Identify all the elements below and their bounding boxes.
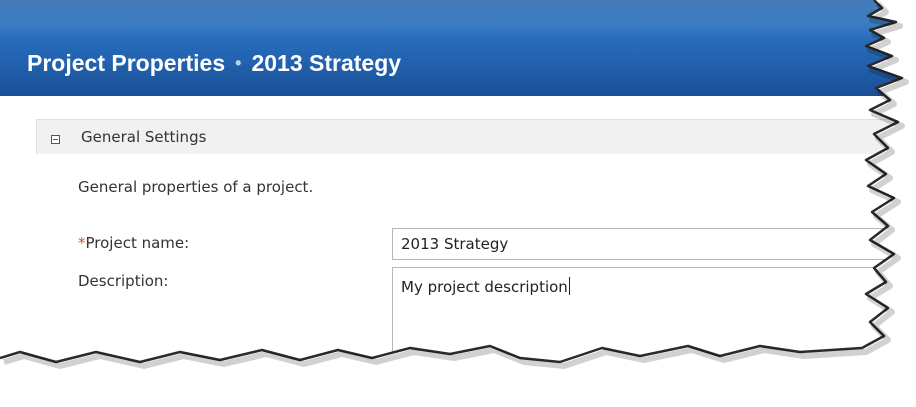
- section-header-general-settings[interactable]: General Settings: [36, 119, 902, 154]
- page-title: Project Properties • 2013 Strategy: [27, 48, 401, 78]
- description-label: Description:: [78, 272, 169, 290]
- description-value: My project description: [401, 278, 568, 296]
- required-marker: *: [78, 234, 86, 252]
- content-area: General Settings General properties of a…: [0, 96, 902, 362]
- project-name-input[interactable]: 2013 Strategy: [392, 228, 902, 260]
- project-name-label-text: Project name:: [85, 234, 190, 252]
- title-separator: •: [235, 53, 242, 73]
- torn-screenshot: Project Properties • 2013 Strategy General…: [0, 0, 902, 362]
- page-title-project: 2013 Strategy: [251, 50, 402, 76]
- header-gloss: [0, 0, 902, 40]
- page-title-main: Project Properties: [27, 50, 226, 76]
- project-name-label: *Project name:: [78, 234, 189, 252]
- description-textarea[interactable]: My project description: [392, 267, 902, 362]
- section-description: General properties of a project.: [78, 178, 314, 196]
- collapse-minus-icon[interactable]: [51, 135, 60, 144]
- project-name-value: 2013 Strategy: [401, 235, 509, 253]
- text-caret: [568, 277, 570, 295]
- section-title: General Settings: [81, 128, 207, 146]
- page-header: Project Properties • 2013 Strategy: [0, 0, 902, 96]
